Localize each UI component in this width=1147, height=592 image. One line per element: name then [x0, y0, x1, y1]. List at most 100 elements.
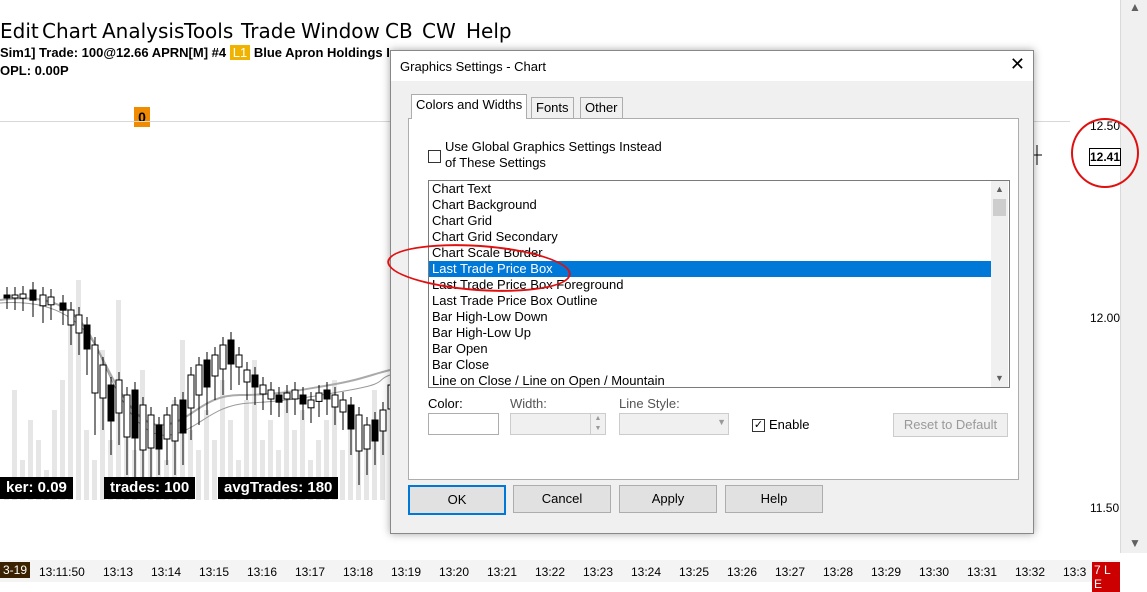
candle-body — [347, 404, 355, 430]
list-item[interactable]: Chart Grid — [429, 213, 994, 229]
candle-body — [251, 374, 259, 388]
candle-body — [3, 294, 11, 299]
menu-window[interactable]: Window — [301, 19, 380, 43]
tab-other[interactable]: Other — [580, 97, 623, 119]
menu-bar: Edit Chart Analysis Tools Trade Window C… — [0, 15, 1120, 47]
use-global-checkbox[interactable] — [428, 150, 441, 163]
menu-chart[interactable]: Chart — [42, 19, 97, 43]
list-item[interactable]: Bar High-Low Down — [429, 309, 994, 325]
list-item[interactable]: Chart Grid Secondary — [429, 229, 994, 245]
help-button[interactable]: Help — [725, 485, 823, 513]
apply-button[interactable]: Apply — [619, 485, 717, 513]
tab-colors-and-widths[interactable]: Colors and Widths — [411, 94, 528, 119]
close-icon[interactable]: ✕ — [1010, 54, 1025, 75]
volume-bar — [340, 450, 345, 500]
candle-body — [299, 394, 307, 405]
candle-body — [267, 389, 275, 400]
candle-body — [11, 294, 19, 299]
stat-ticker: ker: 0.09 — [0, 477, 73, 499]
scroll-down-icon[interactable]: ▼ — [1129, 536, 1141, 550]
candle-body — [91, 344, 99, 394]
time-label: 13:27 — [775, 565, 806, 579]
enable-checkbox[interactable]: ✓ — [752, 419, 765, 432]
time-label: 13:22 — [535, 565, 566, 579]
chevron-up-icon[interactable]: ▲ — [995, 184, 1004, 194]
list-scrollbar[interactable]: ▲ ▼ — [991, 181, 1008, 387]
candle-body — [39, 294, 47, 307]
line-style-select[interactable]: ▼ — [619, 413, 729, 435]
time-label: 13:18 — [343, 565, 374, 579]
ok-button[interactable]: OK — [408, 485, 506, 515]
candle-body — [195, 364, 203, 396]
candle-body — [203, 359, 211, 388]
candle-body — [243, 369, 251, 383]
candle-body — [363, 424, 371, 450]
candle-body — [227, 339, 235, 365]
graphics-settings-dialog: Graphics Settings - Chart ✕ Colors and W… — [385, 50, 1034, 534]
list-item[interactable]: Line on Close / Line on Open / Mountain — [429, 373, 994, 387]
list-item[interactable]: Bar Open — [429, 341, 994, 357]
reset-to-default-button[interactable]: Reset to Default — [893, 413, 1008, 437]
time-date-badge: 3-19 — [0, 562, 31, 578]
candle-body — [147, 414, 155, 449]
menu-analysis[interactable]: Analysis — [102, 19, 184, 43]
scroll-up-icon[interactable]: ▲ — [1129, 0, 1141, 14]
time-label: 13:25 — [679, 565, 710, 579]
window-scrollbar[interactable]: ▲ ▼ — [1120, 0, 1147, 553]
candle-body — [283, 392, 291, 400]
candle-body — [259, 384, 267, 395]
candle-body — [123, 394, 131, 438]
candle-body — [323, 389, 331, 400]
y-label-low: 11.50 — [1090, 501, 1120, 515]
candle-body — [115, 379, 123, 414]
candle-body — [19, 293, 27, 299]
width-stepper[interactable]: ▲ ▼ — [510, 413, 606, 435]
volume-bar — [212, 440, 217, 500]
time-last-box: 7 L E — [1092, 562, 1120, 592]
time-label: 13:24 — [631, 565, 662, 579]
menu-trade[interactable]: Trade — [241, 19, 296, 43]
list-item[interactable]: Last Trade Price Box Outline — [429, 293, 994, 309]
volume-bar — [204, 410, 209, 500]
candle-body — [163, 414, 171, 440]
time-label: 13:21 — [487, 565, 518, 579]
candle-body — [83, 324, 91, 350]
menu-tools[interactable]: Tools — [184, 19, 233, 43]
enable-label: Enable — [769, 417, 810, 432]
dialog-title: Graphics Settings - Chart — [400, 59, 546, 74]
time-label: 13:31 — [967, 565, 998, 579]
list-item[interactable]: Chart Background — [429, 197, 994, 213]
list-item[interactable]: Bar Close — [429, 357, 994, 373]
candle-body — [155, 424, 163, 450]
color-swatch[interactable] — [428, 413, 499, 435]
spinner-arrows-icon[interactable]: ▲ ▼ — [590, 414, 605, 434]
menu-cw[interactable]: CW — [422, 19, 456, 43]
list-item[interactable]: Bar High-Low Up — [429, 325, 994, 341]
candle-body — [131, 389, 139, 439]
cancel-button[interactable]: Cancel — [513, 485, 611, 513]
candle-body — [331, 394, 339, 408]
candle-body — [99, 364, 107, 399]
y-label-mid: 12.00 — [1090, 311, 1121, 325]
time-label: 13:32 — [1015, 565, 1046, 579]
time-label: 13:28 — [823, 565, 854, 579]
menu-edit[interactable]: Edit — [0, 19, 39, 43]
time-label: 13:30 — [919, 565, 950, 579]
time-label: 13:11:50 — [39, 565, 85, 579]
tab-fonts[interactable]: Fonts — [531, 97, 574, 119]
time-label: 13:20 — [439, 565, 470, 579]
chevron-down-icon: ▼ — [717, 417, 726, 427]
dialog-titlebar[interactable]: Graphics Settings - Chart ✕ — [391, 51, 1033, 81]
volume-bar — [84, 430, 89, 500]
candle-body — [179, 399, 187, 434]
time-axis: 3-19 13:11:50 13:13 13:14 13:15 13:16 13… — [0, 560, 1120, 592]
annotation-circle-price — [1071, 118, 1139, 188]
chevron-down-icon[interactable]: ▼ — [995, 373, 1004, 383]
menu-help[interactable]: Help — [466, 19, 512, 43]
color-label: Color: — [428, 396, 463, 411]
volume-bar — [196, 450, 201, 500]
menu-cb[interactable]: CB — [385, 19, 413, 43]
list-item[interactable]: Chart Text — [429, 181, 994, 197]
candle-body — [379, 409, 387, 432]
scroll-thumb[interactable] — [993, 199, 1006, 216]
